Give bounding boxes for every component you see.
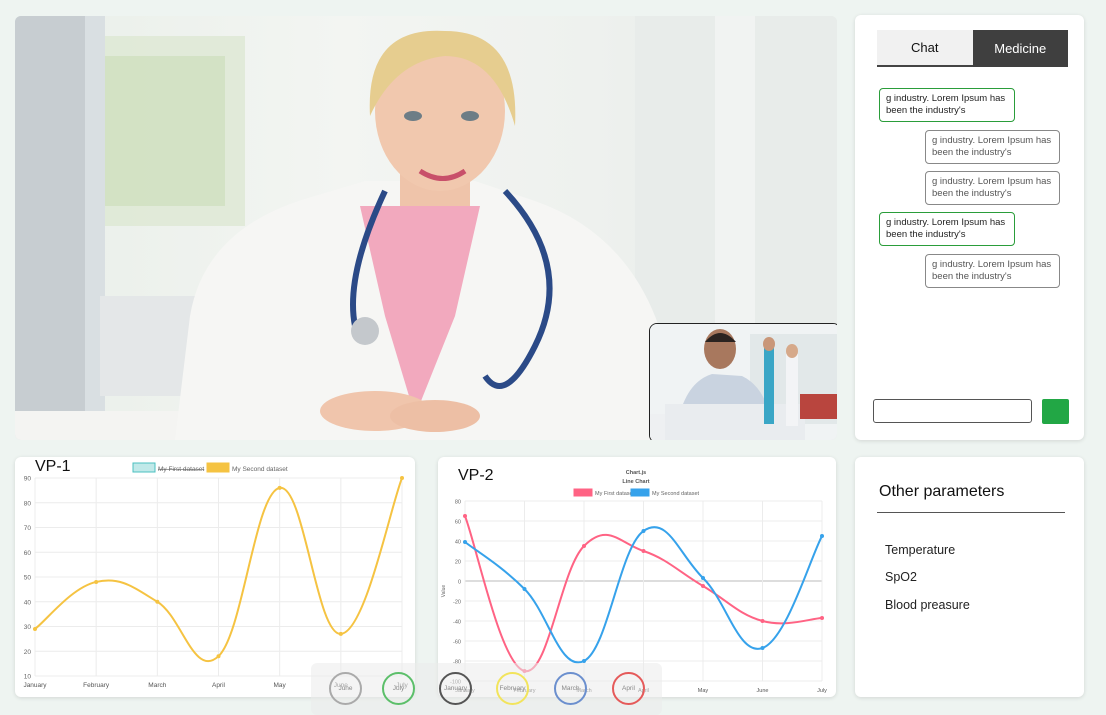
legend-swatch xyxy=(132,462,156,473)
vp1-title: VP-1 xyxy=(35,458,71,475)
month-circle-february[interactable]: February xyxy=(496,672,529,705)
x-tick-label: May xyxy=(274,682,287,689)
chart-title: Chart.js xyxy=(626,470,646,476)
other-parameters-panel: Other parameters Temperature SpO2 Blood … xyxy=(855,457,1084,697)
data-point xyxy=(400,476,404,480)
chat-message-sent: g industry. Lorem Ipsum has been the ind… xyxy=(925,254,1060,288)
y-tick-label: 70 xyxy=(24,525,32,532)
chat-message-sent: g industry. Lorem Ipsum has been the ind… xyxy=(925,130,1060,164)
data-point xyxy=(338,631,343,636)
y-tick-label: 20 xyxy=(24,649,32,656)
y-tick-label: 80 xyxy=(455,500,461,506)
vp1-chart: 10 20 30 40 50 60 70 80 90 January February March Ap… xyxy=(23,462,409,689)
data-point xyxy=(522,587,527,591)
data-point xyxy=(582,544,586,548)
y-tick-label: 30 xyxy=(24,624,32,631)
data-point xyxy=(463,540,467,544)
month-label: June xyxy=(338,685,353,692)
data-point xyxy=(155,599,160,604)
legend-swatch xyxy=(573,488,593,497)
chat-tabs: Chat Medicine xyxy=(877,30,1068,67)
x-tick-label: February xyxy=(83,682,110,689)
data-point xyxy=(760,619,765,623)
data-point xyxy=(33,626,37,631)
y-tick-label: 90 xyxy=(24,476,32,483)
y-tick-label: 20 xyxy=(455,560,461,566)
month-circle-january[interactable]: January xyxy=(439,672,472,705)
y-tick-label: 60 xyxy=(455,520,461,526)
param-blood-pressure[interactable]: Blood preasure xyxy=(885,598,970,612)
chart-subtitle: Line Chart xyxy=(622,479,649,485)
month-circle-july[interactable]: July xyxy=(382,672,415,705)
main-video-feed[interactable] xyxy=(15,16,837,440)
y-tick-label: -20 xyxy=(453,600,461,606)
month-label: July xyxy=(392,685,405,692)
data-point xyxy=(820,534,824,538)
month-label: February xyxy=(499,685,526,692)
data-point xyxy=(641,549,646,553)
y-tick-label: 40 xyxy=(455,540,461,546)
patient-video-feed[interactable] xyxy=(649,323,837,440)
x-tick-label: July xyxy=(817,688,827,694)
legend-label: My Second dataset xyxy=(232,466,288,473)
param-temperature[interactable]: Temperature xyxy=(885,543,955,557)
month-label: April xyxy=(621,685,635,692)
data-point xyxy=(701,584,705,588)
month-circle-june[interactable]: June xyxy=(329,672,362,705)
data-point xyxy=(701,576,705,580)
other-parameters-title: Other parameters xyxy=(879,483,1005,500)
month-circle-march[interactable]: March xyxy=(554,672,587,705)
legend-label: My First dataset xyxy=(158,466,204,473)
data-point xyxy=(463,514,467,518)
month-label: March xyxy=(561,685,580,692)
tab-chat[interactable]: Chat xyxy=(877,30,973,67)
send-message-button[interactable] xyxy=(1042,399,1069,424)
y-tick-label: 40 xyxy=(24,599,32,606)
chat-message-received: g industry. Lorem Ipsum has been the ind… xyxy=(879,212,1015,246)
legend-swatch xyxy=(206,462,230,473)
x-tick-label: March xyxy=(148,682,166,689)
vp2-chart: -100-80-60-40-20020406080JanuaryFebruary… xyxy=(441,470,827,694)
x-tick-label: January xyxy=(23,682,47,689)
legend-label: My First dataset xyxy=(595,491,635,497)
vp2-title: VP-2 xyxy=(458,467,494,484)
y-tick-label: 60 xyxy=(24,550,32,557)
month-label: January xyxy=(443,685,468,692)
param-spo2[interactable]: SpO2 xyxy=(885,570,917,584)
y-tick-label: 50 xyxy=(24,575,32,582)
month-circle-april[interactable]: April xyxy=(612,672,645,705)
data-point xyxy=(760,646,765,650)
data-point xyxy=(94,579,99,584)
tab-medicine[interactable]: Medicine xyxy=(972,30,1068,67)
y-tick-label: -60 xyxy=(453,640,461,646)
chat-message-input[interactable] xyxy=(873,399,1032,423)
x-tick-label: May xyxy=(698,688,709,694)
x-tick-label: April xyxy=(212,682,226,689)
legend-swatch xyxy=(630,488,650,497)
vp1-chart-card: VP-1 10 20 30 40 50 60 70 80 90 January February Ma… xyxy=(15,457,415,697)
x-tick-label: June xyxy=(757,688,769,694)
legend-label: My Second dataset xyxy=(652,491,700,497)
data-point xyxy=(820,616,824,620)
patient-video-image xyxy=(650,324,837,440)
divider xyxy=(877,512,1065,513)
y-tick-label: 80 xyxy=(24,500,32,507)
y-axis-label: Value xyxy=(441,585,447,598)
data-point xyxy=(216,654,221,659)
month-selector-overlay: June July January February March April xyxy=(311,663,662,715)
data-point xyxy=(641,529,646,533)
chat-message-sent: g industry. Lorem Ipsum has been the ind… xyxy=(925,171,1060,205)
y-tick-label: 0 xyxy=(458,580,461,586)
y-tick-label: 10 xyxy=(24,674,32,681)
chat-message-received: g industry. Lorem Ipsum has been the ind… xyxy=(879,88,1015,122)
y-tick-label: -40 xyxy=(453,620,461,626)
chat-panel: Chat Medicine g industry. Lorem Ipsum ha… xyxy=(855,15,1084,440)
data-point xyxy=(277,485,282,490)
vp2-chart-card: VP-2 -100-80-60-40-20020406080JanuaryFeb… xyxy=(438,457,836,697)
